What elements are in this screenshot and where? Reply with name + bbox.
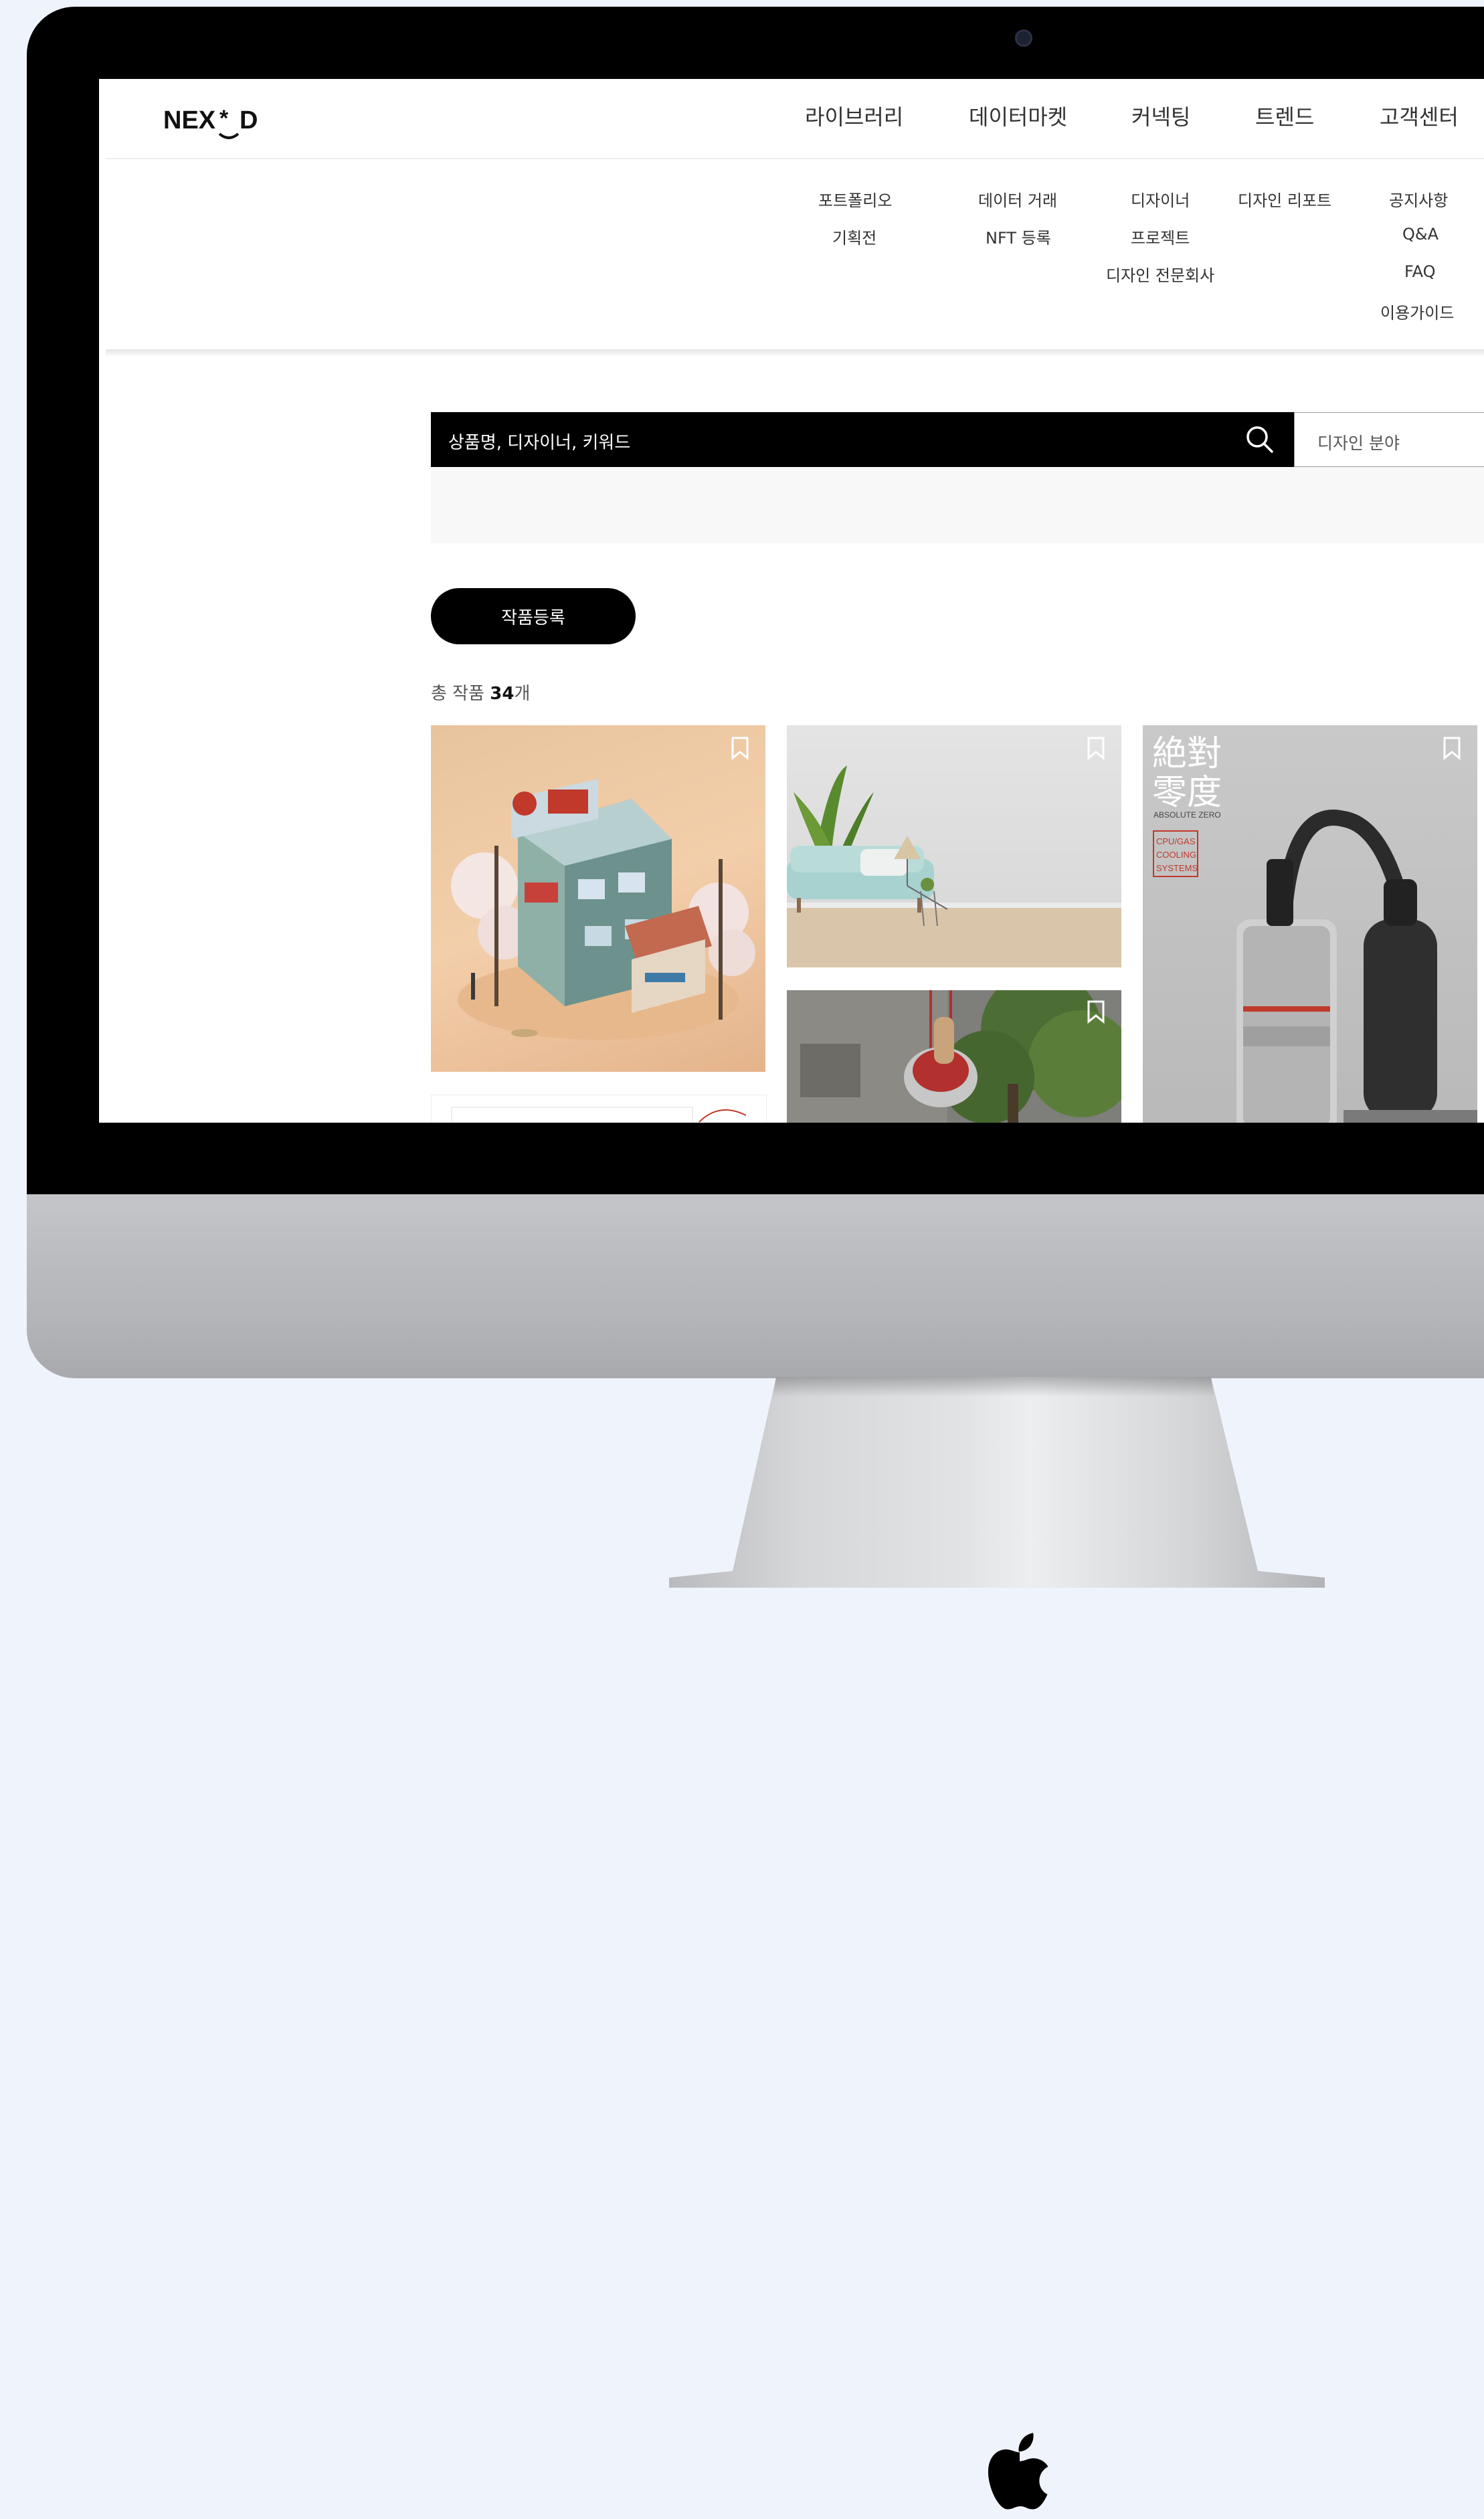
bookmark-icon[interactable] <box>1087 736 1105 760</box>
gnb-data-market[interactable]: 데이터마켓 <box>969 100 1067 131</box>
svg-text:*: * <box>219 106 229 131</box>
search-icon[interactable] <box>1244 424 1275 455</box>
card-2-image <box>787 765 1121 967</box>
card-3-stamp-line-3: SYSTEMS <box>1156 863 1198 873</box>
gnb-trend[interactable]: 트렌드 <box>1255 100 1314 131</box>
work-card-2[interactable] <box>787 725 1121 967</box>
card-3-stamp-line-1: CPU/GAS <box>1156 836 1196 846</box>
filter-area <box>431 467 1484 543</box>
submenu-data-trade[interactable]: 데이터 거래 <box>978 187 1057 211</box>
total-count: 총 작품 34개 <box>431 684 531 704</box>
gnb-library[interactable]: 라이브러리 <box>805 100 903 131</box>
work-card-1[interactable] <box>431 725 765 1072</box>
card-4-image <box>787 990 1121 1123</box>
submenu-faq[interactable]: FAQ <box>1404 262 1436 281</box>
work-card-4[interactable] <box>787 990 1121 1123</box>
submenu-project[interactable]: 프로젝트 <box>1131 225 1190 248</box>
card-3-image: 絶對 零度 ABSOLUTE ZERO CPU/GAS COOLING SYST… <box>1152 734 1477 1123</box>
card-3-title-line-2: 零度 <box>1152 773 1222 813</box>
submenu-designer[interactable]: 디자이너 <box>1131 187 1190 211</box>
svg-text:NEX: NEX <box>163 106 216 134</box>
stand-shadow <box>773 1377 1214 1397</box>
card-5-image <box>451 1107 747 1123</box>
work-card-3[interactable]: 絶對 零度 ABSOLUTE ZERO CPU/GAS COOLING SYST… <box>1143 725 1477 1123</box>
submenu-design-company[interactable]: 디자인 전문회사 <box>1106 262 1214 286</box>
register-work-button[interactable]: 작품등록 <box>431 588 636 644</box>
camera-dot <box>1015 29 1032 47</box>
imac-stand <box>669 1377 1325 1588</box>
bookmark-icon[interactable] <box>1087 1000 1105 1024</box>
submenu-qna[interactable]: Q&A <box>1402 225 1439 244</box>
imac-chin <box>27 1194 1484 2510</box>
submenu-nft-register[interactable]: NFT 등록 <box>986 225 1051 248</box>
submenu-design-report[interactable]: 디자인 리포트 <box>1238 187 1331 211</box>
bookmark-icon[interactable] <box>1443 736 1461 760</box>
bookmark-icon[interactable] <box>731 736 749 760</box>
card-3-title-line-1: 絶對 <box>1152 734 1222 774</box>
submenu-notice[interactable]: 공지사항 <box>1389 187 1448 211</box>
apple-icon <box>988 2433 1048 2510</box>
nexd-logo[interactable]: NEX * D <box>163 99 270 141</box>
card-3-stamp-line-2: COOLING <box>1156 850 1196 860</box>
mega-menu-shadow <box>106 349 1484 356</box>
work-card-5[interactable] <box>431 1095 767 1123</box>
card-1-image <box>451 779 755 1040</box>
submenu-portfolio[interactable]: 포트폴리오 <box>818 187 892 211</box>
screen: NEX * D 라이브러리 데이터마켓 커넥팅 트렌드 고객센터 포트폴리오 기… <box>99 79 1484 1123</box>
card-3-subtitle: ABSOLUTE ZERO <box>1153 810 1221 820</box>
gnb-divider <box>106 158 1484 159</box>
gnb-customer-center[interactable]: 고객센터 <box>1380 100 1459 131</box>
svg-text:D: D <box>240 106 258 134</box>
search-bar[interactable]: 상품명, 디자이너, 키워드 <box>431 412 1294 467</box>
search-input[interactable]: 상품명, 디자이너, 키워드 <box>448 429 630 454</box>
submenu-exhibition[interactable]: 기획전 <box>832 225 876 248</box>
gnb-connecting[interactable]: 커넥팅 <box>1131 100 1190 131</box>
design-field-select[interactable]: 디자인 분야 <box>1294 412 1484 467</box>
design-field-label: 디자인 분야 <box>1317 434 1400 453</box>
submenu-guide[interactable]: 이용가이드 <box>1380 300 1454 323</box>
